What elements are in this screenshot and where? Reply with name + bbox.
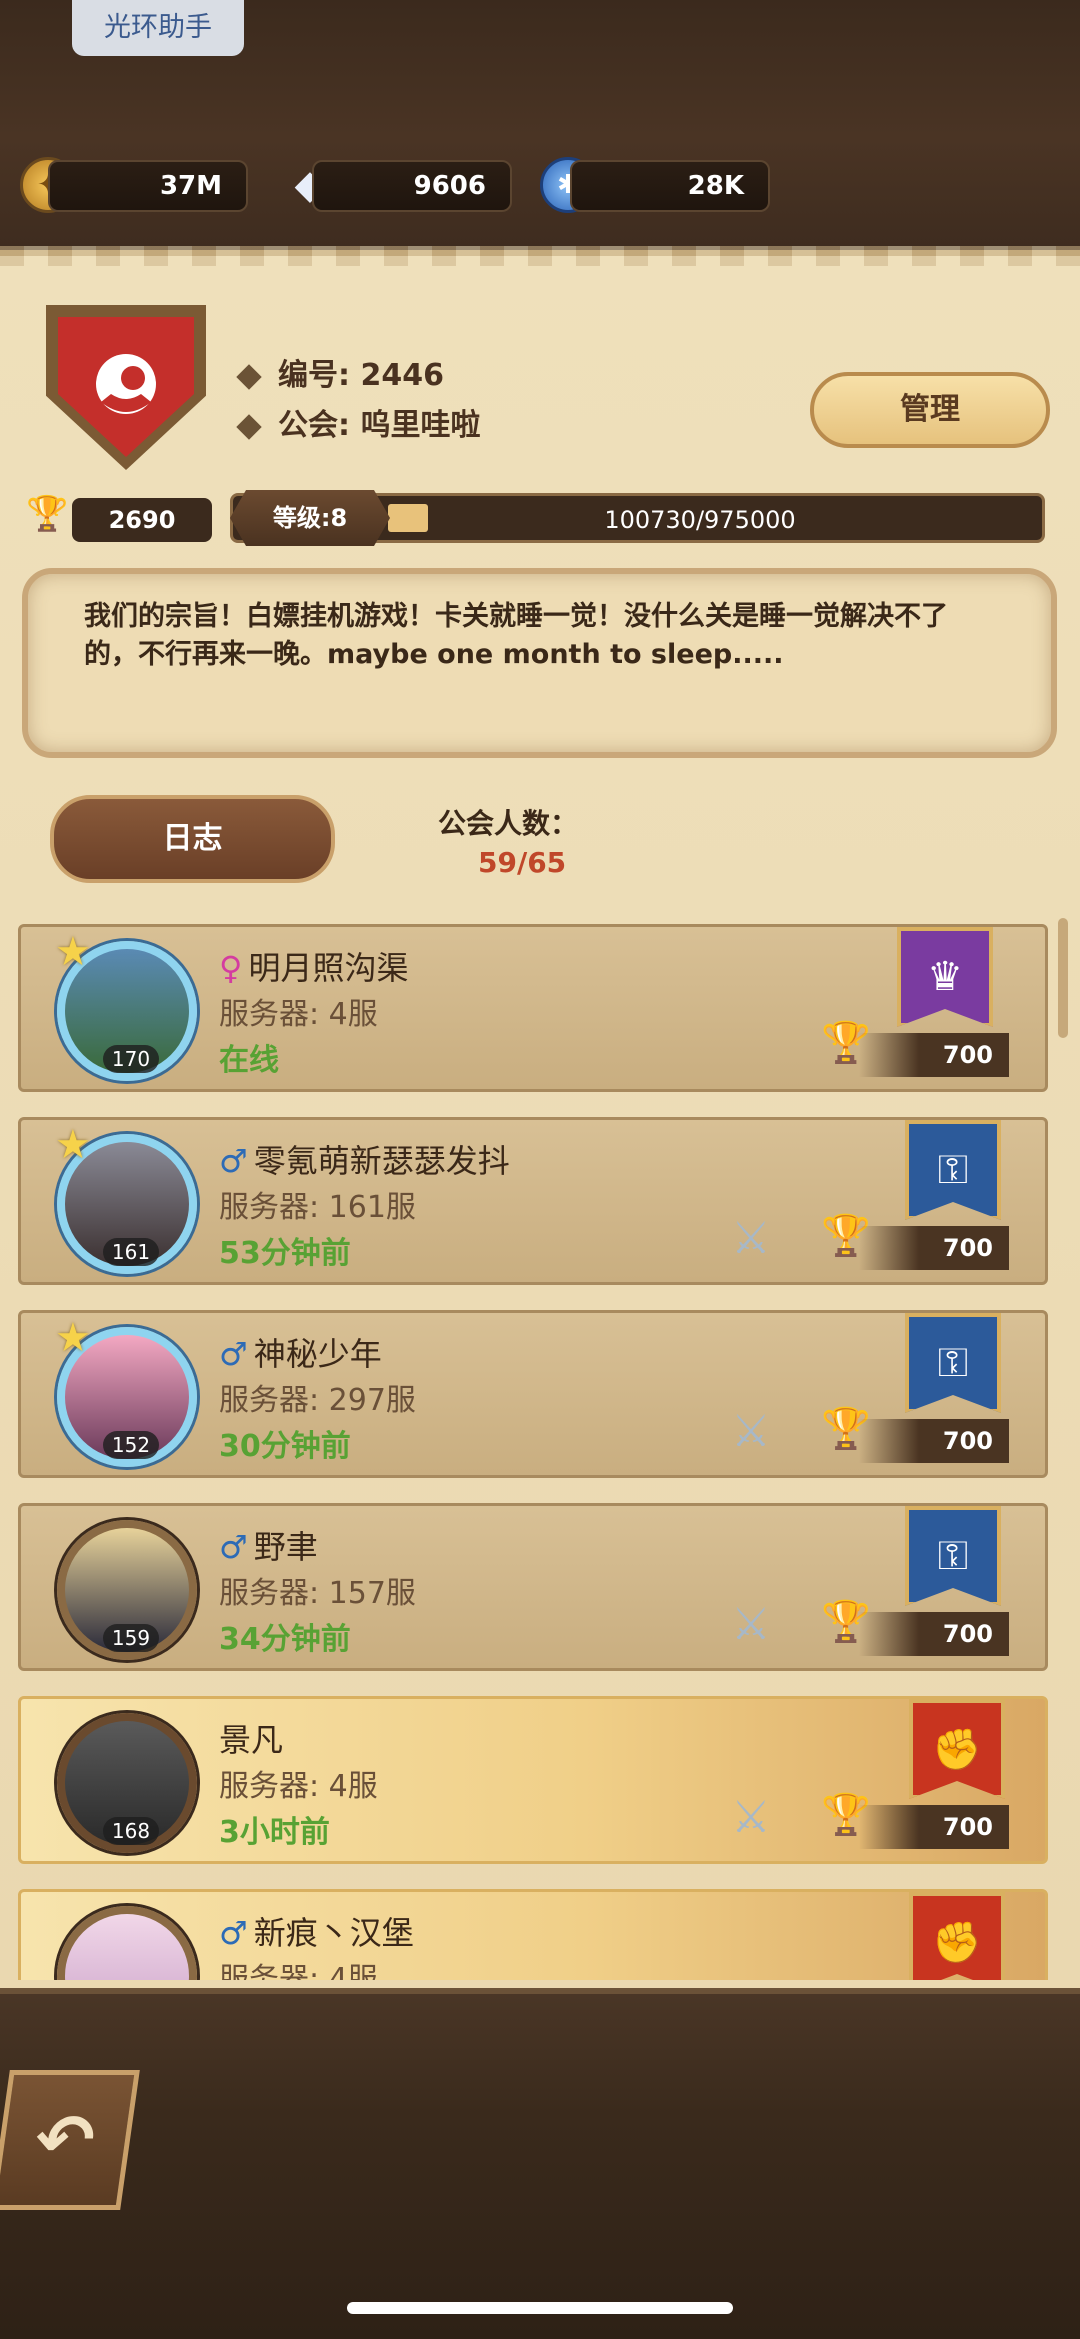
- member-list[interactable]: ★ 170 ♀ 明月照沟渠 服务器: 4服 在线 ♛ 🏆 700 ★ 161 ♂ 零…: [18, 920, 1048, 1980]
- member-name: ♂ 新痕丶汉堡: [219, 1914, 414, 1952]
- level-badge: 159: [103, 1624, 159, 1652]
- member-card[interactable]: ♂ 新痕丶汉堡 服务器: 4服 ✊: [18, 1889, 1048, 1980]
- avatar[interactable]: [57, 1906, 197, 1980]
- member-name: ♂ 零氪萌新瑟瑟发抖: [219, 1142, 510, 1180]
- crown-banner-icon: ♛: [897, 927, 993, 1027]
- torn-edge: [0, 246, 1080, 266]
- key-banner-icon: ⚿: [905, 1313, 1001, 1413]
- scrollbar[interactable]: [1058, 918, 1068, 1038]
- member-card[interactable]: ★ 152 ♂ 神秘少年 服务器: 297服 30分钟前 ⚿ ⚔ 🏆 700: [18, 1310, 1048, 1478]
- member-card[interactable]: ★ 161 ♂ 零氪萌新瑟瑟发抖 服务器: 161服 53分钟前 ⚿ ⚔ 🏆 70…: [18, 1117, 1048, 1285]
- member-score: 700: [859, 1612, 1009, 1656]
- level-badge: 152: [103, 1431, 159, 1459]
- member-card[interactable]: 159 ♂ 野聿 服务器: 157服 34分钟前 ⚿ ⚔ 🏆 700: [18, 1503, 1048, 1671]
- level-badge: 170: [103, 1045, 159, 1073]
- member-status: 3小时前: [219, 1815, 330, 1850]
- member-server: 服务器: 4服: [219, 1962, 378, 1980]
- member-score: 700: [859, 1226, 1009, 1270]
- home-indicator[interactable]: [347, 2302, 733, 2314]
- level-badge: 168: [103, 1817, 159, 1845]
- guild-name: 公会: 呜里哇啦: [236, 400, 480, 444]
- key-banner-icon: ⚿: [905, 1506, 1001, 1606]
- fist-banner-icon: ✊: [909, 1699, 1005, 1799]
- guild-id: 编号: 2446: [236, 350, 444, 394]
- member-status: 53分钟前: [219, 1236, 351, 1271]
- male-icon: ♂: [219, 1335, 248, 1373]
- star-icon: ★: [55, 1122, 91, 1168]
- member-status: 34分钟前: [219, 1622, 351, 1657]
- member-count-value: 59/65: [478, 846, 567, 879]
- exp-text: 100730/975000: [604, 506, 796, 534]
- guild-trophy-score: 2690: [72, 498, 212, 542]
- log-button[interactable]: 日志: [50, 795, 335, 883]
- member-server: 服务器: 157服: [219, 1576, 416, 1611]
- male-icon: ♂: [219, 1142, 248, 1180]
- member-score: 700: [859, 1033, 1009, 1077]
- crossed-swords-icon: ⚔: [731, 1598, 771, 1650]
- member-status: 30分钟前: [219, 1429, 351, 1464]
- member-card[interactable]: ★ 170 ♀ 明月照沟渠 服务器: 4服 在线 ♛ 🏆 700: [18, 924, 1048, 1092]
- star-icon: ★: [55, 929, 91, 975]
- helper-app-button[interactable]: 光环助手: [72, 0, 244, 56]
- back-arrow-icon: ↶: [29, 2099, 101, 2181]
- crossed-swords-icon: ⚔: [731, 1212, 771, 1264]
- key-banner-icon: ⚿: [905, 1120, 1001, 1220]
- fist-banner-icon: ✊: [909, 1892, 1005, 1980]
- back-button[interactable]: ↶: [0, 2070, 140, 2210]
- dust-resource: 28K: [570, 160, 770, 212]
- bullet-icon: [236, 413, 262, 440]
- member-name: ♂ 神秘少年: [219, 1335, 382, 1373]
- member-server: 服务器: 161服: [219, 1190, 416, 1225]
- member-score: 700: [859, 1805, 1009, 1849]
- member-score: 700: [859, 1419, 1009, 1463]
- diamond-resource: 9606: [312, 160, 512, 212]
- member-status: 在线: [219, 1043, 279, 1078]
- level-tag: 等级:8: [230, 490, 390, 546]
- bullet-icon: [236, 363, 262, 390]
- member-name: ♂ 野聿: [219, 1528, 318, 1566]
- male-icon: ♂: [219, 1914, 248, 1952]
- male-icon: ♂: [219, 1528, 248, 1566]
- bottom-bar: [0, 1988, 1080, 2339]
- member-name: 景凡: [219, 1721, 284, 1759]
- trophy-icon: 🏆: [26, 494, 69, 534]
- gold-resource: 37M: [48, 160, 248, 212]
- motto-text: 我们的宗旨！白嫖挂机游戏！卡关就睡一觉！没什么关是睡一觉解决不了的，不行再来一晚…: [84, 601, 948, 670]
- lion-head-icon: [96, 354, 156, 414]
- member-card[interactable]: 168 景凡 服务器: 4服 3小时前 ✊ ⚔ 🏆 700: [18, 1696, 1048, 1864]
- manage-button[interactable]: 管理: [810, 372, 1050, 448]
- member-name: ♀ 明月照沟渠: [219, 949, 409, 987]
- guild-motto: 我们的宗旨！白嫖挂机游戏！卡关就睡一觉！没什么关是睡一觉解决不了的，不行再来一晚…: [22, 568, 1057, 758]
- level-badge: 161: [103, 1238, 159, 1266]
- crossed-swords-icon: ⚔: [731, 1791, 771, 1843]
- member-server: 服务器: 297服: [219, 1383, 416, 1418]
- member-server: 服务器: 4服: [219, 1769, 378, 1804]
- member-count-label: 公会人数：: [438, 807, 579, 840]
- member-server: 服务器: 4服: [219, 997, 378, 1032]
- female-icon: ♀: [219, 949, 243, 987]
- star-icon: ★: [55, 1315, 91, 1361]
- crossed-swords-icon: ⚔: [731, 1405, 771, 1457]
